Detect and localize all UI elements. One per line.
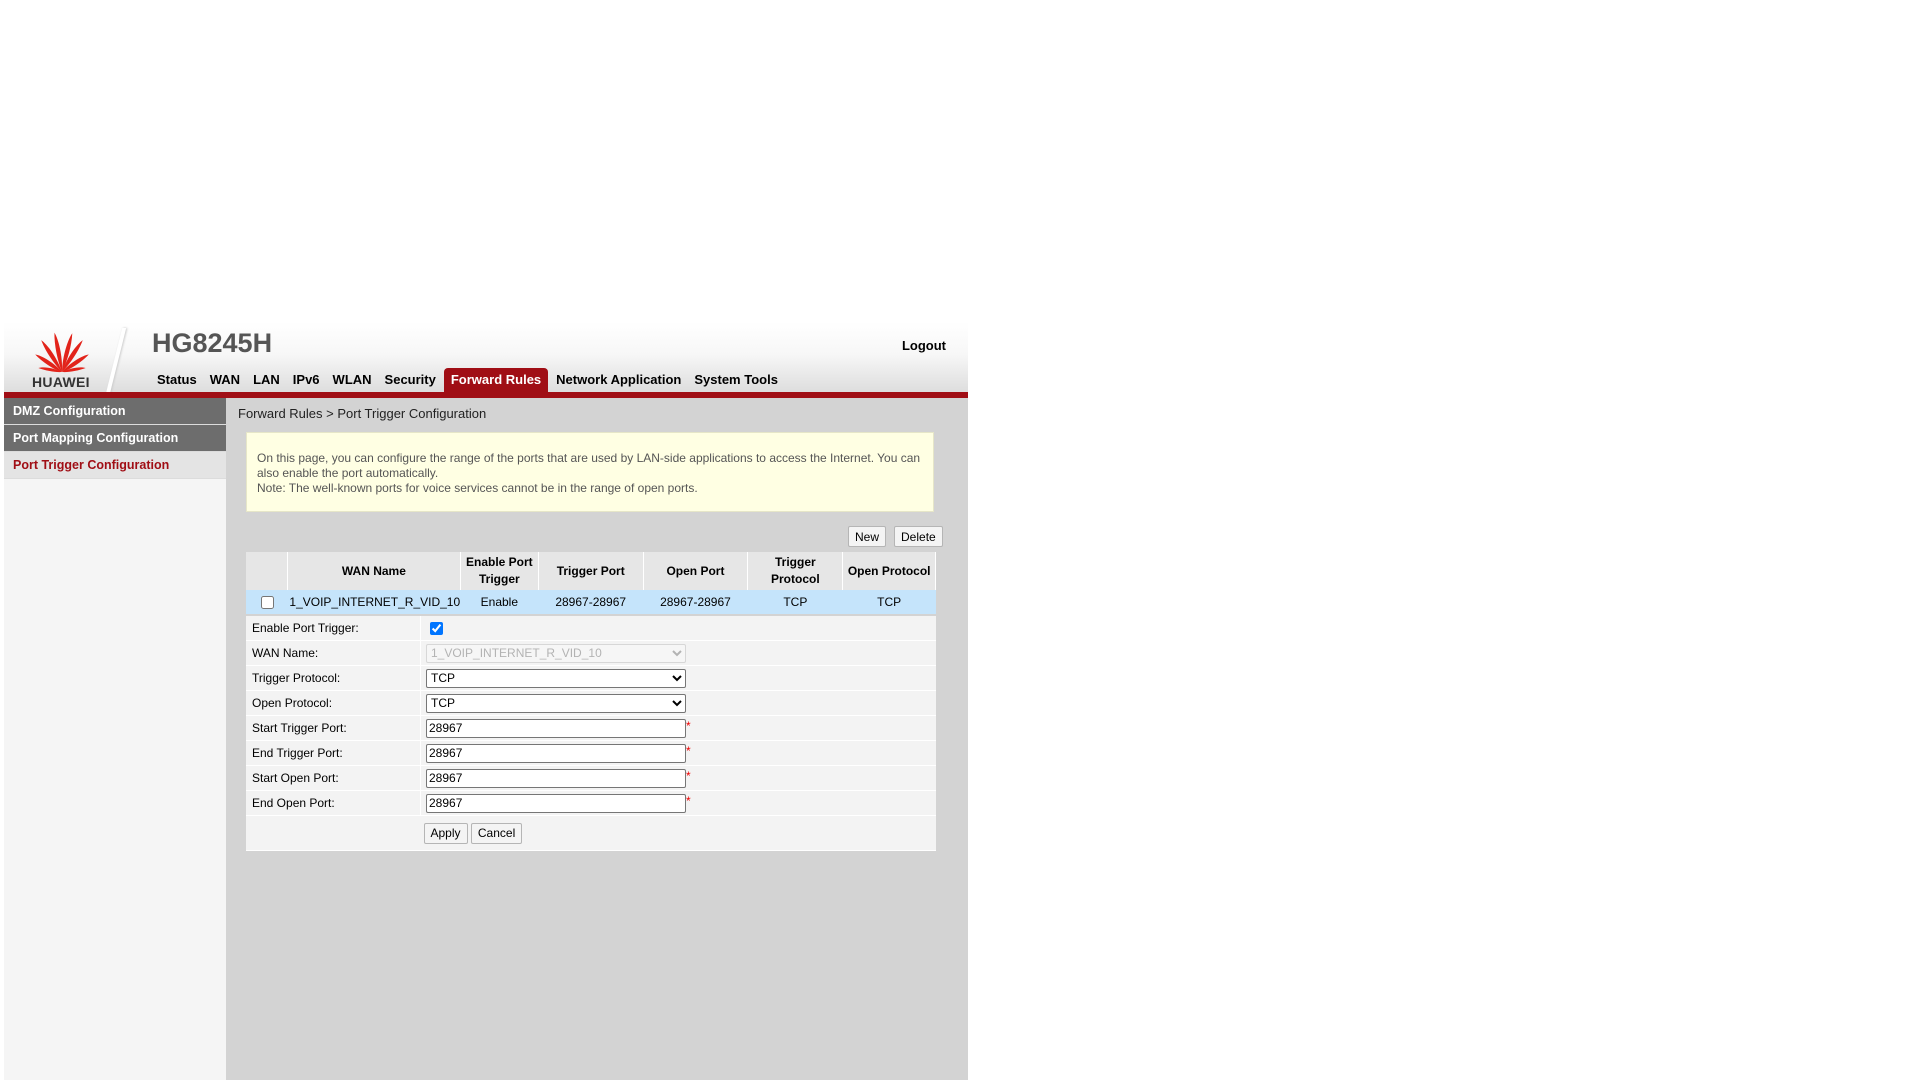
end-open-port-input[interactable] [426,793,686,813]
enable-port-trigger-checkbox[interactable] [430,621,443,635]
trigger-protocol-label: Trigger Protocol: [246,665,421,691]
logout-link[interactable]: Logout [902,338,946,353]
required-mark: * [686,793,691,808]
nav-system-tools[interactable]: System Tools [689,368,783,392]
column-header: Enable Port Trigger [460,552,539,590]
required-mark: * [686,768,691,783]
form-row-end-trigger: End Trigger Port: * [246,740,936,766]
wan-name-label: WAN Name: [246,640,421,666]
column-header: Trigger Port [538,552,644,590]
apply-button[interactable]: Apply [423,822,468,844]
form-actions-row: Apply Cancel [246,815,936,851]
nav-lan[interactable]: LAN [248,368,285,392]
start-trigger-port-cell: * [420,715,936,741]
column-header: Open Protocol [842,552,936,590]
table-cell: TCP [842,590,936,614]
table-row[interactable]: 1_VOIP_INTERNET_R_VID_10 Enable 28967-28… [246,590,936,614]
enable-port-trigger-cell [420,616,936,641]
start-open-port-label: Start Open Port: [246,765,421,791]
column-header: Open Port [643,552,749,590]
end-trigger-port-cell: * [420,740,936,766]
router-admin-app: HUAWEI HG8245H Logout Status WAN LAN IPv… [4,322,968,1080]
sidebar-item-port-mapping[interactable]: Port Mapping Configuration [4,425,226,452]
open-protocol-cell: TCP [420,690,936,716]
row-checkbox[interactable] [260,595,274,609]
info-text: On this page, you can configure the rang… [257,451,921,480]
form-actions-cell: Apply Cancel [420,815,936,851]
end-trigger-port-label: End Trigger Port: [246,740,421,766]
form-row-start-trigger: Start Trigger Port: * [246,715,936,741]
nav-network-application[interactable]: Network Application [551,368,686,392]
sidebar: DMZ Configuration Port Mapping Configura… [4,398,226,1080]
new-button[interactable]: New [848,526,887,547]
table-header-row: WAN Name Enable Port Trigger Trigger Por… [246,552,936,590]
start-trigger-port-input[interactable] [426,718,686,738]
open-protocol-select[interactable]: TCP [426,693,686,713]
form-actions-spacer [246,815,421,851]
table-cell: TCP [747,590,843,614]
info-box: On this page, you can configure the rang… [246,432,934,512]
open-protocol-label: Open Protocol: [246,690,421,716]
form-row-start-open: Start Open Port: * [246,765,936,791]
form-row-open-protocol: Open Protocol: TCP [246,690,936,716]
port-trigger-table: WAN Name Enable Port Trigger Trigger Por… [246,552,936,614]
start-open-port-input[interactable] [426,768,686,788]
model-name: HG8245H [152,328,273,358]
required-mark: * [686,743,691,758]
wan-name-cell: 1_VOIP_INTERNET_R_VID_10 [420,640,936,666]
cancel-button[interactable]: Cancel [470,822,523,844]
row-select-cell [246,590,288,614]
main-nav: Status WAN LAN IPv6 WLAN Security Forwar… [152,368,786,392]
table-actions: New Delete [848,526,943,547]
table-cell: 28967-28967 [643,590,748,614]
form-row-wan: WAN Name: 1_VOIP_INTERNET_R_VID_10 [246,640,936,666]
nav-status[interactable]: Status [152,368,202,392]
end-trigger-port-input[interactable] [426,743,686,763]
form-row-enable: Enable Port Trigger: [246,616,936,641]
end-open-port-cell: * [420,790,936,816]
select-column-header [246,552,288,590]
form-row-trigger-protocol: Trigger Protocol: TCP [246,665,936,691]
enable-port-trigger-label: Enable Port Trigger: [246,616,421,641]
start-trigger-port-label: Start Trigger Port: [246,715,421,741]
column-header: WAN Name [287,552,461,590]
start-open-port-cell: * [420,765,936,791]
table-cell: Enable [460,590,539,614]
required-mark: * [686,718,691,733]
nav-forward-rules[interactable]: Forward Rules [443,368,549,392]
end-open-port-label: End Open Port: [246,790,421,816]
table-cell: 1_VOIP_INTERNET_R_VID_10 [287,590,461,614]
info-note: Note: The well-known ports for voice ser… [257,481,698,495]
column-header: Trigger Protocol [747,552,844,590]
delete-button[interactable]: Delete [894,526,943,547]
nav-wan[interactable]: WAN [205,368,245,392]
nav-ipv6[interactable]: IPv6 [288,368,325,392]
breadcrumb: Forward Rules > Port Trigger Configurati… [238,406,487,421]
trigger-protocol-select[interactable]: TCP [426,668,686,688]
nav-security[interactable]: Security [380,368,441,392]
port-trigger-form: Enable Port Trigger: WAN Name: 1_VOIP_IN… [246,616,936,851]
header: HUAWEI HG8245H Logout Status WAN LAN IPv… [4,322,968,394]
trigger-protocol-cell: TCP [420,665,936,691]
wan-name-select[interactable]: 1_VOIP_INTERNET_R_VID_10 [426,643,686,663]
huawei-flower-icon [35,332,89,373]
sidebar-item-port-trigger[interactable]: Port Trigger Configuration [4,452,226,479]
brand-text: HUAWEI [32,374,90,390]
table-cell: 28967-28967 [538,590,644,614]
form-row-end-open: End Open Port: * [246,790,936,816]
sidebar-item-dmz[interactable]: DMZ Configuration [4,398,226,425]
nav-wlan[interactable]: WLAN [328,368,377,392]
